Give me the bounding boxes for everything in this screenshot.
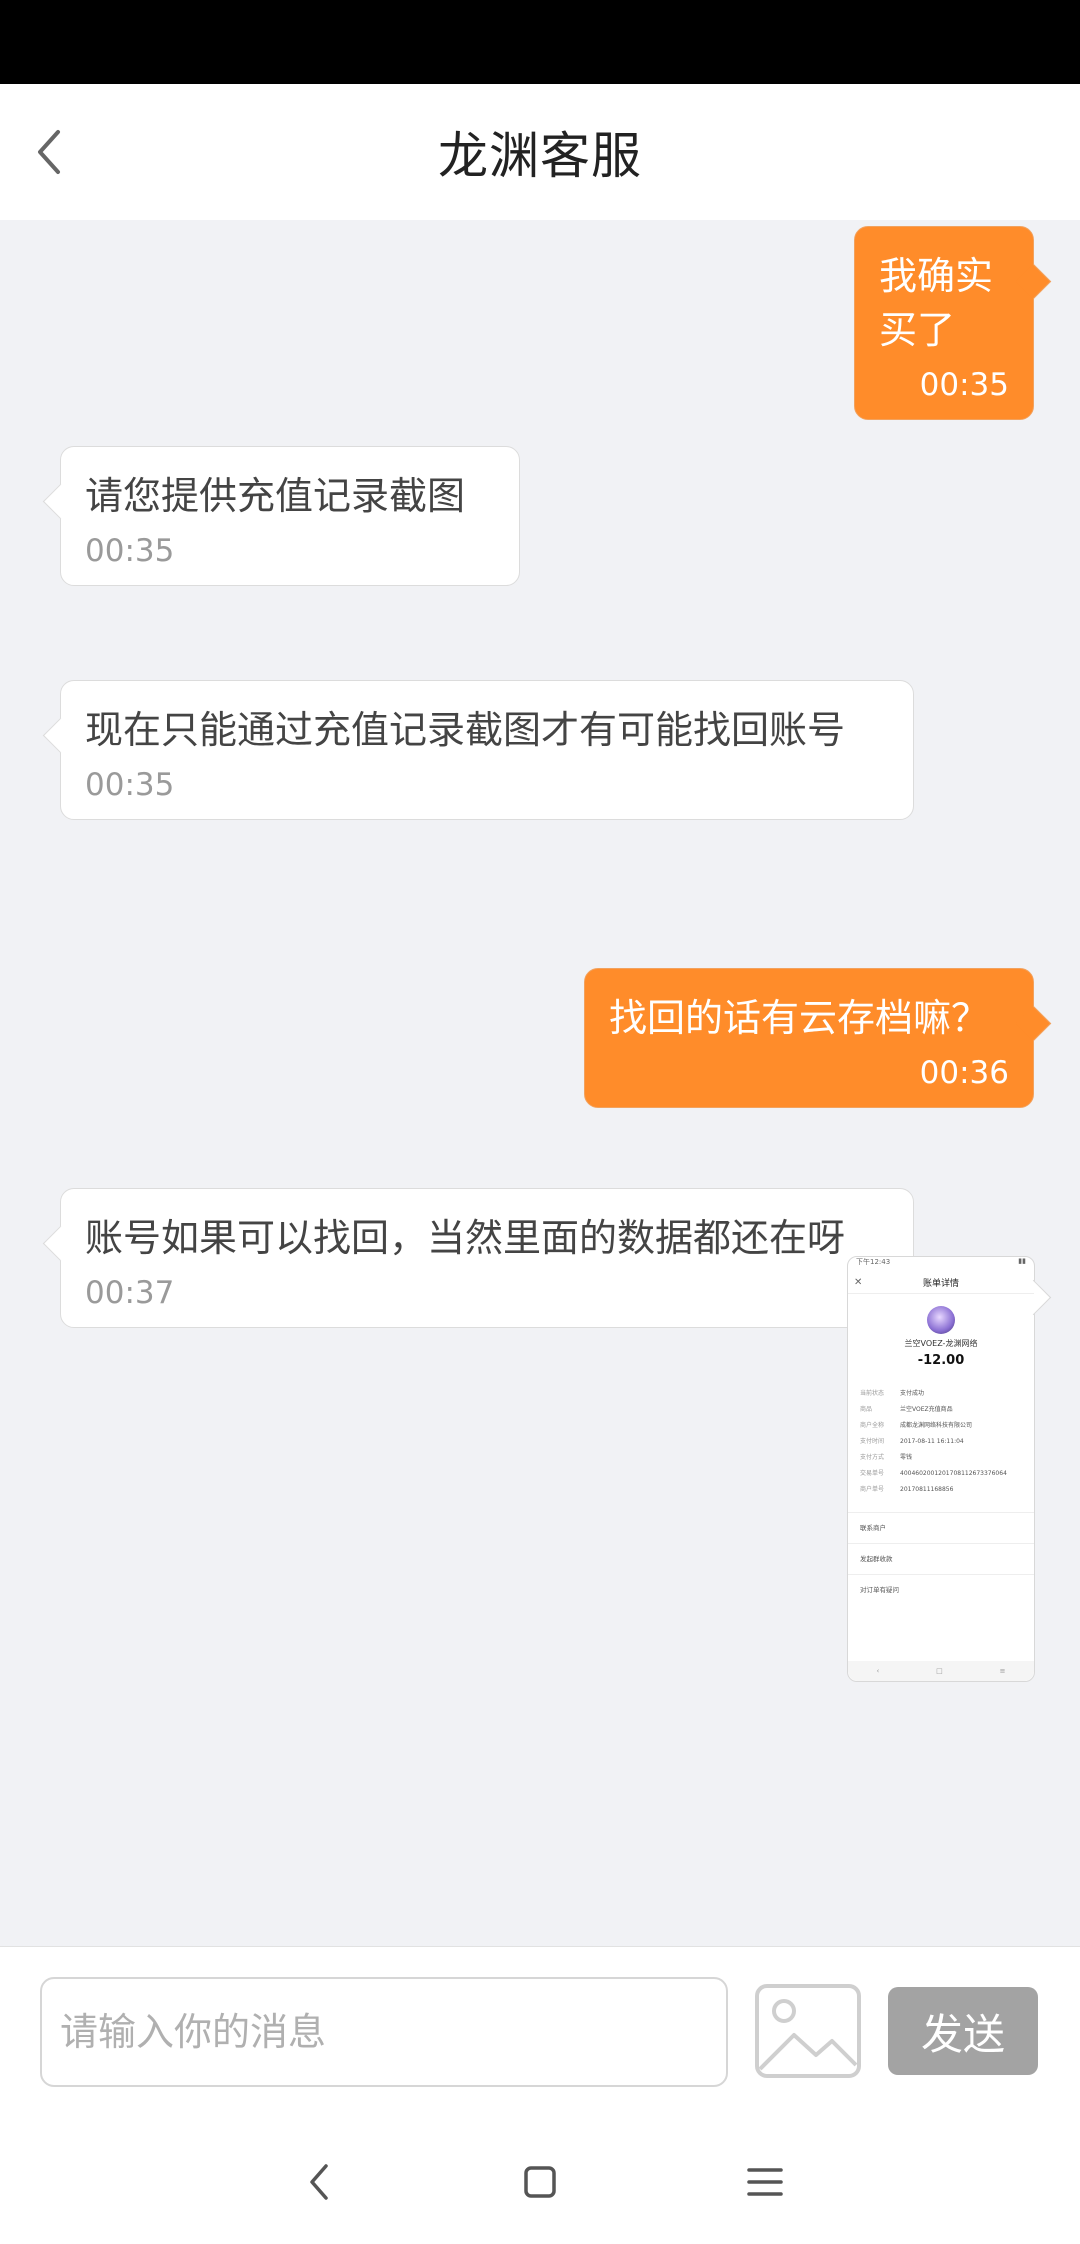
message-text: 找回的话有云存档嘛？ <box>609 996 990 1040</box>
image-icon <box>755 1984 861 2078</box>
section-label: 联系商户 <box>860 1524 886 1532</box>
home-icon: □ <box>936 1667 943 1675</box>
detail-row: 商品 兰空VOEZ充值商品 <box>860 1402 1022 1418</box>
message-text: 请您提供充值记录截图 <box>85 474 466 518</box>
message-bubble-incoming: 请您提供充值记录截图 00:35 <box>42 446 520 586</box>
message-bubble-outgoing: 我确实买了 00:35 <box>854 226 1052 420</box>
screenshot-bottom-nav: ‹ □ ≡ <box>848 1661 1034 1681</box>
message-text: 现在只能通过充值记录截图才有可能找回账号 <box>85 708 846 752</box>
image-message-thumbnail[interactable]: 下午12:43 ▮▮ ✕ 账单详情 兰空VOEZ-龙渊网络 -12.00 当前状… <box>847 1256 1052 1682</box>
message-composer: 发送 <box>0 1946 1080 2114</box>
page-title: 龙渊客服 <box>438 127 642 185</box>
screenshot-status-bar: 下午12:43 ▮▮ <box>848 1257 1034 1271</box>
message-time: 00:35 <box>85 767 175 803</box>
menu-icon: ≡ <box>999 1667 1006 1675</box>
status-bar <box>0 0 1080 84</box>
bubble-tail <box>42 1225 79 1262</box>
nav-home-button[interactable] <box>510 2152 570 2212</box>
payment-screenshot: 下午12:43 ▮▮ ✕ 账单详情 兰空VOEZ-龙渊网络 -12.00 当前状… <box>848 1257 1034 1681</box>
detail-value: 2017-08-11 16:11:04 <box>900 1438 964 1445</box>
system-navigation-bar <box>0 2112 1080 2244</box>
screenshot-merchant: 兰空VOEZ-龙渊网络 <box>904 1339 978 1348</box>
message-bubble-outgoing: 找回的话有云存档嘛？ 00:36 <box>584 968 1052 1108</box>
detail-value: 成都龙渊网络科技有限公司 <box>900 1422 973 1429</box>
bubble-tail <box>42 483 79 520</box>
detail-key: 商品 <box>860 1406 873 1413</box>
menu-icon <box>747 2168 783 2196</box>
bubble-tail <box>1015 1005 1052 1042</box>
nav-menu-button[interactable] <box>735 2152 795 2212</box>
close-icon: ✕ <box>854 1276 863 1288</box>
screenshot-time: 下午12:43 <box>856 1258 891 1266</box>
section-label: 对订单有疑问 <box>860 1586 899 1594</box>
screenshot-amount: -12.00 <box>917 1353 965 1368</box>
message-time: 00:35 <box>919 367 1009 403</box>
send-image-button[interactable] <box>754 1983 862 2079</box>
detail-row: 支付方式 零钱 <box>860 1450 1022 1466</box>
back-icon: ‹ <box>876 1667 880 1675</box>
screenshot-section: 发起群收款 <box>848 1543 1034 1574</box>
chevron-left-icon <box>38 130 60 174</box>
back-button[interactable] <box>24 124 80 180</box>
detail-key: 支付时间 <box>860 1438 885 1445</box>
detail-key: 商户单号 <box>860 1486 885 1493</box>
detail-row: 商户全称 成都龙渊网络科技有限公司 <box>860 1418 1022 1434</box>
message-time: 00:36 <box>919 1055 1009 1091</box>
screenshot-title: 账单详情 <box>922 1278 959 1289</box>
send-button[interactable]: 发送 <box>888 1987 1038 2075</box>
detail-key: 当前状态 <box>860 1390 885 1397</box>
message-input[interactable] <box>40 1977 728 2087</box>
screenshot-nav: ✕ 账单详情 <box>848 1271 1034 1294</box>
message-bubble-incoming: 账号如果可以找回，当然里面的数据都还在呀 00:37 <box>42 1188 914 1328</box>
square-icon <box>524 2166 556 2198</box>
detail-value: 支付成功 <box>900 1390 925 1397</box>
screenshot-details: 当前状态 支付成功 商品 兰空VOEZ充值商品 商户全称 成都龙渊网络科技有限公司 支… <box>848 1386 1034 1498</box>
header: 龙渊客服 <box>0 84 1080 220</box>
detail-row: 当前状态 支付成功 <box>860 1386 1022 1402</box>
merchant-avatar <box>927 1306 955 1334</box>
detail-key: 商户全称 <box>860 1422 885 1429</box>
screenshot-section: 联系商户 <box>848 1512 1034 1543</box>
message-text: 账号如果可以找回，当然里面的数据都还在呀 <box>85 1216 846 1260</box>
message-time: 00:37 <box>85 1275 175 1311</box>
detail-key: 交易单号 <box>860 1470 885 1477</box>
chat-message-list[interactable]: 我确实买了 00:35 请您提供充值记录截图 00:35 现在只能通过充值记录截… <box>0 220 1080 1946</box>
detail-row: 商户单号 20170811168856 <box>860 1482 1022 1498</box>
message-text: 我确实买了 <box>879 254 994 352</box>
message-time: 00:35 <box>85 533 175 569</box>
chevron-left-icon <box>310 2164 328 2200</box>
bubble-tail <box>42 717 79 754</box>
message-bubble-incoming: 现在只能通过充值记录截图才有可能找回账号 00:35 <box>42 680 914 820</box>
detail-value: 零钱 <box>900 1454 913 1461</box>
nav-back-button[interactable] <box>290 2152 350 2212</box>
detail-value: 兰空VOEZ充值商品 <box>900 1406 953 1413</box>
bubble-tail <box>1015 263 1052 300</box>
detail-value: 4004602001201708112673376064 <box>900 1470 1007 1477</box>
detail-value: 20170811168856 <box>900 1486 954 1493</box>
screenshot-section: 对订单有疑问 <box>848 1574 1034 1605</box>
signal-icon: ▮▮ <box>1018 1257 1026 1265</box>
detail-key: 支付方式 <box>860 1454 885 1461</box>
section-label: 发起群收款 <box>860 1555 893 1563</box>
detail-row: 交易单号 4004602001201708112673376064 <box>860 1466 1022 1482</box>
detail-row: 支付时间 2017-08-11 16:11:04 <box>860 1434 1022 1450</box>
